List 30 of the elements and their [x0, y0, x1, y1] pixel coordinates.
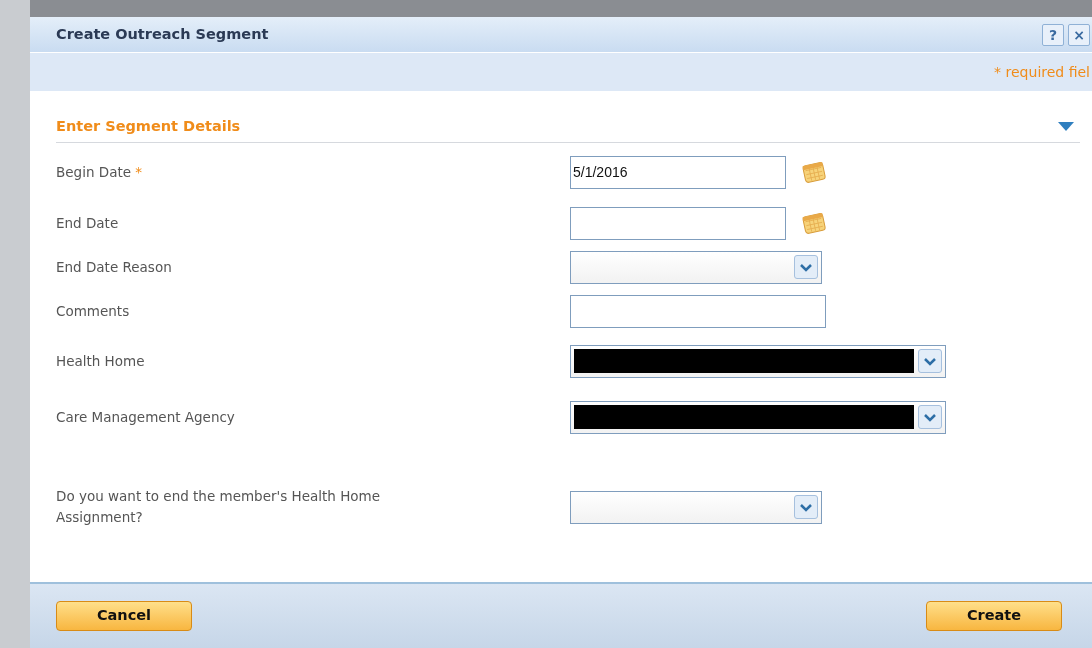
- section-title: Enter Segment Details: [56, 116, 241, 136]
- chevron-down-icon: [799, 502, 813, 512]
- date-field[interactable]: 5/1/2016: [570, 155, 786, 189]
- field-label: Do you want to end the member's Health Home Assignment?: [56, 487, 382, 527]
- dropdown-field[interactable]: [570, 344, 946, 378]
- dropdown-button[interactable]: [794, 255, 818, 279]
- field-label: Begin Date *: [56, 162, 144, 182]
- dropdown-button[interactable]: [794, 495, 818, 519]
- required-field-note: * required fiel: [994, 62, 1090, 82]
- comments-field[interactable]: [570, 294, 826, 328]
- dropdown-button[interactable]: [918, 405, 942, 429]
- field-label: End Date Reason: [56, 257, 173, 277]
- field-label: Health Home: [56, 351, 146, 371]
- help-button[interactable]: ?: [1042, 23, 1064, 46]
- create-button[interactable]: Create: [926, 601, 1062, 631]
- field-label: Care Management Agency: [56, 407, 236, 427]
- dropdown-field[interactable]: [570, 400, 946, 434]
- field-label: End Date: [56, 213, 120, 233]
- collapse-icon[interactable]: [1058, 122, 1074, 131]
- date-field[interactable]: [570, 206, 786, 240]
- chevron-down-icon: [923, 356, 937, 366]
- window-title: Create Outreach Segment: [56, 24, 269, 44]
- close-button[interactable]: ×: [1068, 23, 1090, 46]
- dropdown-field[interactable]: [570, 250, 822, 284]
- chevron-down-icon: [799, 262, 813, 272]
- dropdown-field[interactable]: [570, 490, 822, 524]
- cancel-button[interactable]: Cancel: [56, 601, 192, 631]
- dropdown-button[interactable]: [918, 349, 942, 373]
- field-label: Comments: [56, 301, 131, 321]
- chevron-down-icon: [923, 412, 937, 422]
